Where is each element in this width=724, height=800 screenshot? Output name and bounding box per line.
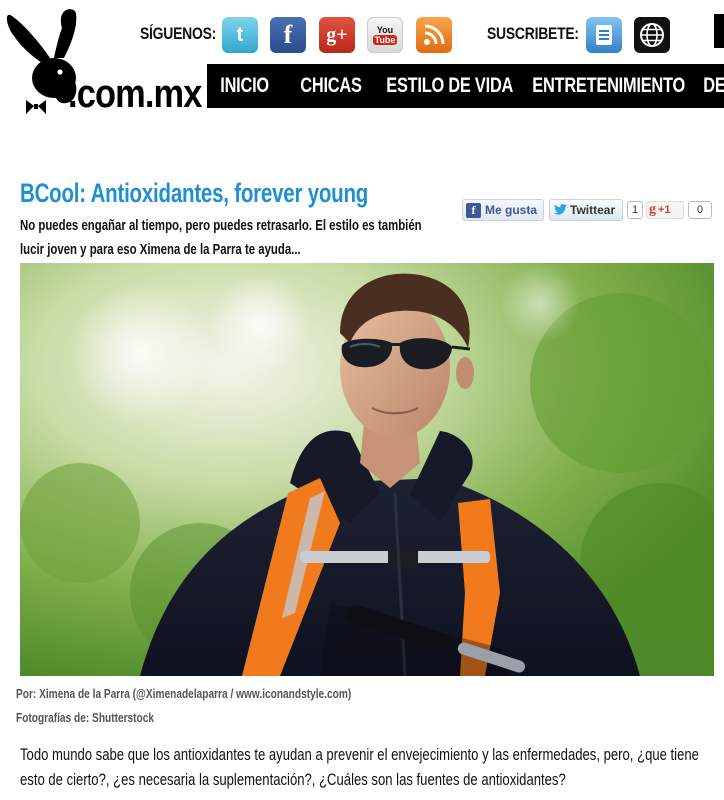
tweet-label: Twittear <box>570 203 616 217</box>
tweet-button[interactable]: Twittear <box>549 199 623 221</box>
article-title[interactable]: BCool: Antioxidantes, forever young <box>20 178 368 209</box>
facebook-icon: f <box>466 202 481 218</box>
follow-us-label: SÍGUENOS: <box>140 24 217 43</box>
google-plus-one-button[interactable]: g +1 <box>646 201 684 219</box>
rss-icon[interactable] <box>416 17 452 53</box>
nav-item-truncated[interactable]: DE <box>690 74 724 98</box>
plus-one-count: 0 <box>688 201 712 219</box>
nav-item-entretenimiento[interactable]: ENTRETENIMIENTO <box>519 74 685 98</box>
youtube-icon[interactable]: You Tube <box>367 17 403 53</box>
twitter-bird-icon <box>554 203 567 218</box>
article-body-paragraph: Todo mundo sabe que los antioxidantes te… <box>20 745 699 789</box>
nav-item-chicas[interactable]: CHICAS <box>287 74 362 98</box>
globe-icon[interactable] <box>634 17 670 53</box>
facebook-icon[interactable]: f <box>270 17 306 53</box>
logo-domain-text: .com.mx <box>68 72 202 116</box>
google-plus-icon[interactable]: g+ <box>319 17 355 53</box>
author-credit: Por: Ximena de la Parra (@Ximenadelaparr… <box>16 686 352 701</box>
youtube-text-top: You <box>376 25 394 35</box>
like-label: Me gusta <box>485 203 538 217</box>
facebook-like-button[interactable]: f Me gusta <box>462 199 544 221</box>
article-summary: No puedes engañar al tiempo, pero puedes… <box>20 217 422 258</box>
subscribe-label: SUSCRIBETE: <box>487 24 579 43</box>
header-edge-block <box>714 14 724 48</box>
article-hero-image <box>20 263 714 676</box>
newsletter-icon[interactable] <box>586 17 622 53</box>
main-nav: INICIO CHICAS ESTILO DE VIDA ENTRETENIMI… <box>207 64 724 108</box>
nav-item-estilo-de-vida[interactable]: ESTILO DE VIDA <box>373 74 513 98</box>
plus-one-label: +1 <box>658 204 671 216</box>
nav-item-inicio[interactable]: INICIO <box>207 74 269 98</box>
youtube-text-bottom: Tube <box>372 35 398 45</box>
twitter-icon[interactable]: t <box>222 17 258 53</box>
photo-credit: Fotografías de: Shutterstock <box>16 710 155 725</box>
google-plus-icon: g <box>649 202 656 217</box>
tweet-count: 1 <box>627 201 643 219</box>
